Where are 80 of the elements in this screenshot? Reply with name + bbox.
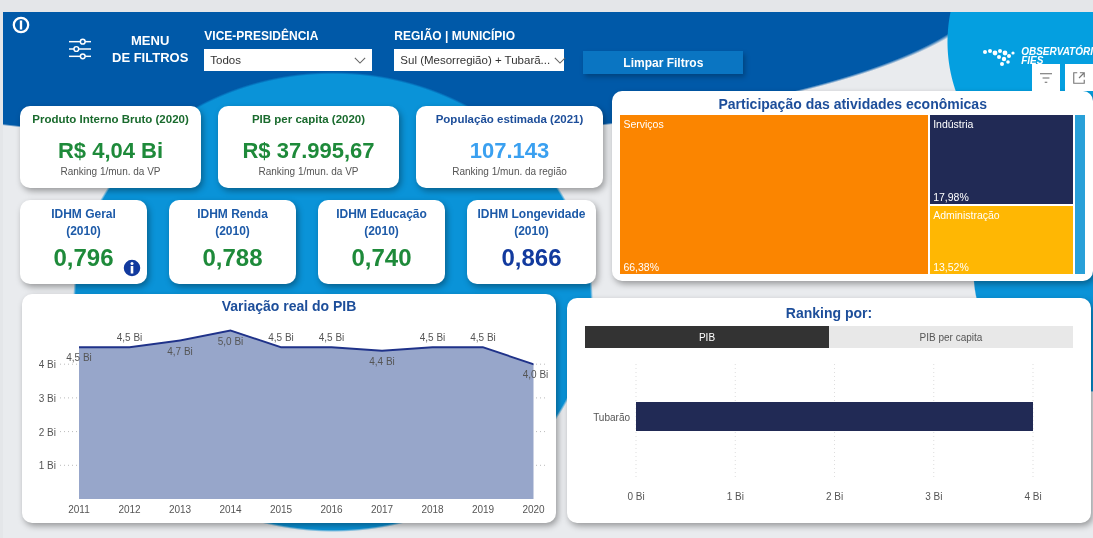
logo-text: FIES (1021, 56, 1044, 65)
axis-label: 2016 (320, 504, 343, 515)
idhm-title: IDHM Renda (197, 206, 268, 223)
tile-label: Indústria (933, 118, 975, 130)
tile-label: Administração (933, 209, 1001, 222)
treemap-tile[interactable]: Indústria 17,98% (930, 115, 1074, 205)
info-icon[interactable] (122, 258, 142, 278)
axis-label: 0 Bi (627, 491, 645, 502)
axis-label: 1 Bi (38, 460, 56, 472)
filter-button[interactable] (1032, 64, 1060, 91)
kpi-value: R$ 37.995,67 (242, 138, 375, 164)
chart-title: Ranking por: (785, 305, 873, 321)
axis-label: 2020 (522, 504, 545, 515)
kpi-title: População estimada (2021) (435, 113, 584, 125)
data-label: 5,0 Bi (217, 335, 244, 347)
axis-label: 2015 (269, 504, 293, 515)
filter-label: VICE-PRESIDÊNCIA (204, 29, 320, 43)
axis-label: 1 Bi (726, 491, 744, 502)
filter-label: REGIÃO | MUNICÍPIO (394, 29, 516, 43)
idhm-title: IDHM Geral (51, 206, 116, 223)
filter-icon (1039, 71, 1053, 84)
menu-label[interactable]: MENU (131, 32, 170, 49)
data-label: 4,5 Bi (268, 332, 294, 344)
data-label: 4,7 Bi (167, 345, 193, 357)
chevron-icon (554, 56, 567, 64)
idhm-title: IDHM Educação (336, 206, 427, 223)
chart-title: Variação real do PIB (221, 298, 357, 314)
axis-label: 3 Bi (38, 392, 56, 404)
axis-label: 2017 (370, 504, 394, 515)
tab[interactable]: PIB per capita (829, 326, 1073, 348)
kpi-note: Ranking 1/mun. da VP (60, 166, 161, 177)
axis-label: 2013 (168, 504, 192, 515)
axis-label: 2 Bi (825, 491, 844, 502)
tab[interactable]: PIB (585, 326, 829, 348)
axis-label: Tubarão (593, 412, 630, 423)
data-label: 4,5 Bi (318, 332, 345, 344)
axis-label: 2012 (118, 504, 141, 515)
logo-text: OBSERVATÓRI (1021, 47, 1093, 56)
kpi-note: Ranking 1/mun. da região (452, 166, 567, 177)
data-label: 4,5 Bi (419, 332, 446, 344)
data-label: 4,4 Bi (369, 355, 395, 367)
idhm-year: (2010) (66, 223, 101, 240)
menu-label[interactable]: DE FILTROS (112, 49, 189, 66)
clear-filters-button[interactable]: Limpar Filtros (583, 51, 744, 74)
idhm-value: 0,740 (351, 244, 412, 272)
idhm-value: 0,788 (202, 244, 263, 272)
idhm-year: (2010) (514, 223, 549, 240)
data-label: 4,5 Bi (470, 332, 496, 344)
expand-icon (1072, 70, 1086, 85)
tile-value: 13,52% (933, 261, 970, 273)
kpi-value: 107.143 (469, 138, 550, 164)
chevron-icon (354, 56, 367, 64)
chart-title: Participação das atividades econômicas (718, 96, 987, 112)
kpi-title: PIB per capita (2020) (251, 113, 366, 125)
axis-label: 4 Bi (38, 359, 56, 371)
tile-value: 66,38% (623, 261, 661, 273)
idhm-year: (2010) (215, 223, 250, 240)
axis-label: 4 Bi (1024, 491, 1042, 502)
treemap-tile[interactable] (1075, 115, 1085, 274)
axis-label: 2018 (421, 504, 444, 515)
kpi-value: R$ 4,04 Bi (57, 138, 164, 164)
idhm-value: 0,796 (53, 244, 114, 272)
expand-button[interactable] (1065, 64, 1093, 91)
data-label: 4,5 Bi (116, 332, 143, 344)
idhm-year: (2010) (364, 223, 399, 240)
sliders-icon[interactable] (68, 38, 92, 60)
kpi-title: Produto Interno Bruto (2020) (32, 113, 189, 125)
axis-label: 2019 (471, 504, 495, 515)
idhm-value: 0,866 (501, 244, 562, 272)
tile-value: 17,98% (933, 191, 970, 204)
info-icon[interactable] (12, 16, 30, 34)
axis-label: 2011 (68, 504, 90, 515)
dropdown[interactable]: Todos (204, 49, 373, 71)
tile-label: Serviços (623, 118, 665, 130)
kpi-note: Ranking 1/mun. da VP (258, 166, 359, 177)
axis-label: 2014 (219, 504, 242, 515)
idhm-title: IDHM Longevidade (477, 206, 586, 223)
axis-label: 3 Bi (925, 491, 943, 502)
dropdown[interactable]: Sul (Mesorregião) + Tubarã... (394, 49, 565, 71)
axis-label: 2 Bi (38, 426, 56, 438)
